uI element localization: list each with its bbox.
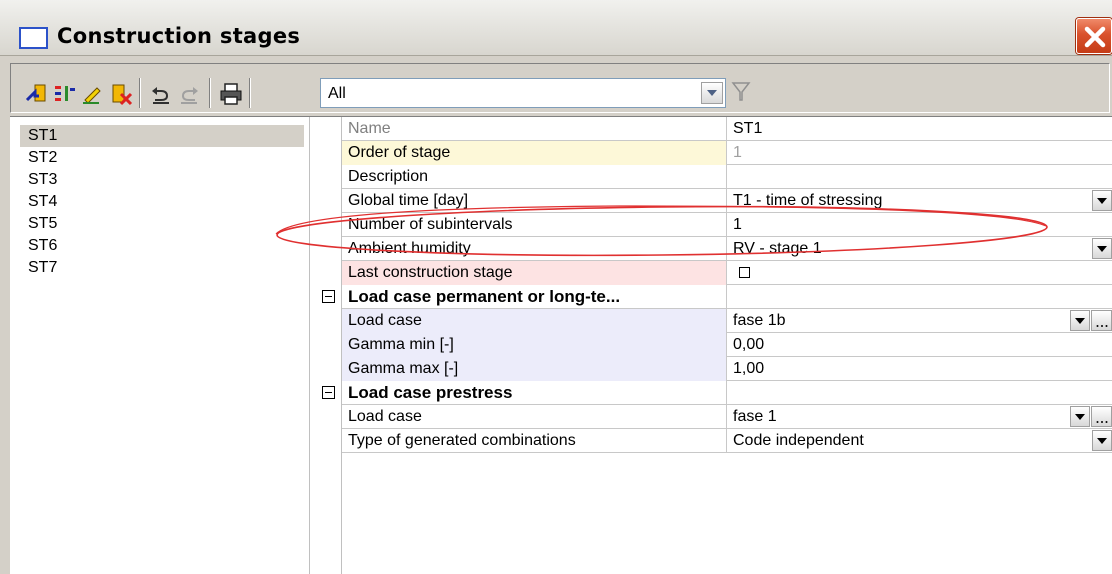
stage-item[interactable]: ST6: [20, 235, 304, 257]
property-row-combination-type: Type of generated combinations Code inde…: [342, 429, 1112, 453]
filter-dropdown[interactable]: All: [320, 78, 726, 108]
chevron-down-icon: [1097, 198, 1107, 204]
property-row-prestress-load-case: Load case fase 1: [342, 405, 1112, 429]
stage-item[interactable]: ST7: [20, 257, 304, 279]
undo-icon: [152, 87, 169, 104]
chevron-down-icon: [707, 90, 717, 96]
property-label: Global time [day]: [342, 189, 727, 213]
property-label: Ambient humidity: [342, 237, 727, 261]
ellipsis-icon: [1096, 421, 1108, 423]
section-label: Load case prestress: [342, 381, 727, 405]
new-stage-button[interactable]: [25, 82, 49, 106]
property-label: Load case: [342, 309, 727, 333]
window-icon: [19, 27, 48, 49]
humidity-select[interactable]: RV - stage 1: [729, 237, 1112, 261]
property-label: Last construction stage: [342, 261, 727, 285]
perm-load-case-dropdown-button[interactable]: [1070, 310, 1090, 331]
combination-type-select[interactable]: Code independent: [729, 429, 1112, 453]
order-value: 1: [733, 144, 742, 161]
stage-item[interactable]: ST2: [20, 147, 304, 169]
stage-item[interactable]: ST3: [20, 169, 304, 191]
close-button[interactable]: [1076, 18, 1112, 54]
print-icon: [220, 83, 242, 105]
property-row-subintervals: Number of subintervals 1: [342, 213, 1112, 237]
last-stage-checkbox[interactable]: [739, 267, 750, 278]
property-label: Number of subintervals: [342, 213, 727, 237]
chevron-down-icon: [1097, 438, 1107, 444]
prestress-load-case-select[interactable]: fase 1: [729, 405, 1112, 429]
redo-button[interactable]: [177, 82, 201, 106]
toolbar-separator: [209, 78, 211, 108]
filter-dropdown-arrow[interactable]: [701, 82, 723, 104]
insert-stage-button[interactable]: [53, 82, 77, 106]
insert-stage-icon: [55, 86, 75, 101]
chevron-down-icon: [1097, 246, 1107, 252]
redo-icon: [181, 87, 198, 104]
toolbar-frame: All: [10, 63, 1110, 113]
edit-icon: [83, 87, 101, 104]
property-row-name: Name ST1: [342, 117, 1112, 141]
property-row-last-stage: Last construction stage: [342, 261, 1112, 285]
property-label: Load case: [342, 405, 727, 429]
property-label: Description: [342, 165, 727, 189]
perm-load-case-select[interactable]: fase 1b: [729, 309, 1112, 333]
collapse-toggle-prestress[interactable]: [322, 386, 335, 399]
property-label: Order of stage: [342, 141, 727, 165]
prestress-load-case-dropdown-button[interactable]: [1070, 406, 1090, 427]
section-label: Load case permanent or long-te...: [342, 285, 727, 309]
subintervals-field[interactable]: 1: [729, 213, 1112, 237]
edit-button[interactable]: [81, 82, 105, 106]
property-label: Type of generated combinations: [342, 429, 727, 453]
print-button[interactable]: [219, 82, 243, 106]
toolbar: All: [0, 57, 1112, 114]
filter-value: All: [328, 85, 346, 102]
property-row-gamma-min: Gamma min [-] 0,00: [342, 333, 1112, 357]
property-row-perm-load-case: Load case fase 1b: [342, 309, 1112, 333]
filter-icon: [731, 82, 751, 101]
property-label: Gamma min [-]: [342, 333, 727, 357]
filter-button[interactable]: [731, 80, 751, 104]
undo-button[interactable]: [149, 82, 173, 106]
property-label: Gamma max [-]: [342, 357, 727, 381]
main-panel: ST1 ST2 ST3 ST4 ST5 ST6 ST7 Name ST1 Ord…: [10, 116, 1112, 574]
window-title: Construction stages: [57, 24, 301, 48]
property-row-order: Order of stage 1: [342, 141, 1112, 165]
description-field[interactable]: [729, 165, 1112, 189]
humidity-dropdown-button[interactable]: [1092, 238, 1112, 259]
last-stage-value: [729, 261, 1112, 285]
delete-button[interactable]: [109, 82, 133, 106]
perm-load-case-browse-button[interactable]: [1091, 310, 1112, 331]
toolbar-separator: [139, 78, 141, 108]
stage-item[interactable]: ST5: [20, 213, 304, 235]
property-row-global-time: Global time [day] T1 - time of stressing: [342, 189, 1112, 213]
global-time-dropdown-button[interactable]: [1092, 190, 1112, 211]
close-icon: [1084, 26, 1106, 48]
property-row-description: Description: [342, 165, 1112, 189]
ellipsis-icon: [1096, 325, 1108, 327]
delete-icon: [112, 84, 133, 106]
new-stage-icon: [25, 84, 46, 102]
prestress-load-case-browse-button[interactable]: [1091, 406, 1112, 427]
gamma-min-field[interactable]: 0,00: [729, 333, 1112, 357]
name-field[interactable]: ST1: [729, 117, 1112, 141]
stage-list: ST1 ST2 ST3 ST4 ST5 ST6 ST7: [10, 117, 310, 574]
stage-item[interactable]: ST1: [20, 125, 304, 147]
chevron-down-icon: [1075, 318, 1085, 324]
section-header-permanent: Load case permanent or long-te...: [342, 285, 1112, 309]
grid-gutter: [314, 117, 342, 574]
toolbar-separator: [249, 78, 251, 108]
property-row-gamma-max: Gamma max [-] 1,00: [342, 357, 1112, 381]
property-label: Name: [342, 117, 727, 141]
global-time-select[interactable]: T1 - time of stressing: [729, 189, 1112, 213]
combination-type-dropdown-button[interactable]: [1092, 430, 1112, 451]
title-bar: Construction stages: [0, 0, 1112, 56]
property-row-humidity: Ambient humidity RV - stage 1: [342, 237, 1112, 261]
stage-item[interactable]: ST4: [20, 191, 304, 213]
collapse-toggle-permanent[interactable]: [322, 290, 335, 303]
property-grid: Name ST1 Order of stage 1 Description Gl…: [314, 117, 1112, 574]
chevron-down-icon: [1075, 414, 1085, 420]
gamma-max-field[interactable]: 1,00: [729, 357, 1112, 381]
section-header-prestress: Load case prestress: [342, 381, 1112, 405]
